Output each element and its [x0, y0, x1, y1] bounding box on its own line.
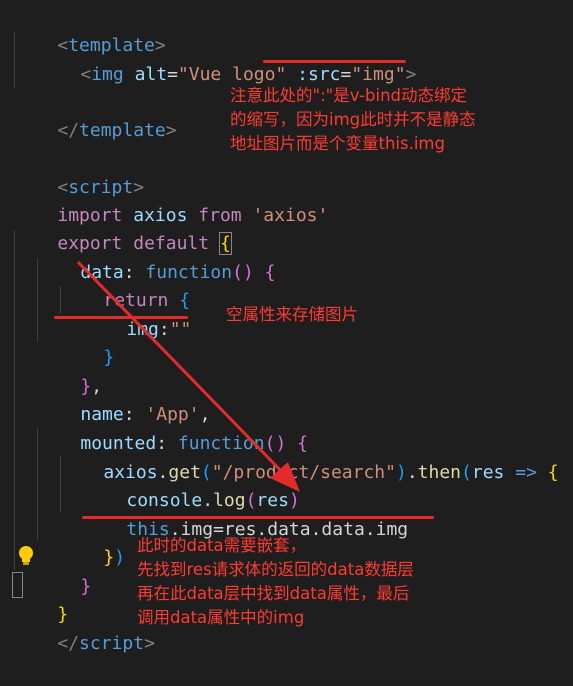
code-line[interactable]: console.log(res) [83, 459, 299, 511]
code-token: ( [461, 462, 472, 483]
code-token: => [515, 462, 537, 483]
code-line[interactable]: <script> [14, 146, 144, 198]
annotation-note: 注意此处的":"是v-bind动态绑定 的缩写，因为img此时并不是静态 地址图… [230, 86, 476, 153]
code-token: { [547, 462, 559, 483]
code-token: alt [134, 64, 168, 85]
code-token: ) [114, 547, 126, 568]
code-line[interactable]: return { [60, 259, 190, 311]
annotation-underline [82, 516, 434, 519]
code-line[interactable]: data: function() { [37, 231, 275, 283]
annotation-note: 此时的data需要嵌套， 先找到res请求体的返回的data数据层 再在此dat… [137, 536, 414, 627]
code-token: : [158, 319, 170, 340]
code-line[interactable]: }, [37, 345, 102, 397]
code-token: > [165, 120, 177, 141]
code-token: . [406, 462, 418, 483]
code-token: } [80, 576, 92, 597]
code-token: } [103, 547, 115, 568]
code-token: ) [395, 462, 407, 483]
code-line[interactable]: export default { [14, 202, 232, 255]
code-token: 'axios' [252, 205, 329, 226]
code-token: template [79, 120, 166, 141]
bracket-match-box [12, 572, 23, 598]
code-editor[interactable]: <template> <img alt="Vue logo" :src="img… [0, 0, 573, 654]
code-token: = [340, 64, 352, 85]
code-line[interactable]: mounted: function() { [37, 402, 308, 454]
code-token: "" [169, 319, 192, 340]
code-line[interactable]: axios.get("/product/search").then(res =>… [60, 431, 558, 483]
annotation-note: 空属性来存储图片 [226, 305, 358, 324]
code-token: img [91, 64, 124, 85]
code-token: </ [57, 120, 80, 141]
code-line[interactable]: this.img=res.data.data.img [83, 488, 408, 540]
lightbulb-icon[interactable] [16, 545, 36, 567]
code-line[interactable]: } [60, 316, 114, 368]
annotation-underline [263, 60, 406, 63]
code-token: = [167, 64, 178, 85]
code-line[interactable]: name: 'App', [37, 373, 210, 425]
code-line[interactable]: }) [60, 516, 125, 568]
code-token: < [80, 64, 92, 85]
code-token: "Vue logo" [177, 64, 287, 85]
code-line[interactable]: <img alt="Vue logo" :src="img"> [37, 33, 416, 85]
annotation-underline [54, 316, 188, 319]
code-token: :src [297, 64, 341, 85]
code-token: () [232, 262, 254, 283]
code-token: > [405, 64, 417, 85]
code-line[interactable]: } [37, 545, 91, 597]
code-token: img [126, 319, 159, 340]
code-line[interactable]: import axios from 'axios' [14, 174, 328, 226]
code-token: then [417, 462, 462, 483]
code-token: } [103, 347, 115, 368]
code-line[interactable]: img:"" [83, 288, 191, 340]
code-token: res [471, 462, 505, 483]
code-token: "img" [351, 64, 406, 85]
code-line[interactable]: </script> [14, 602, 155, 654]
code-line[interactable]: </template> [14, 89, 176, 141]
code-line[interactable]: <template> [14, 4, 165, 56]
code-token: { [264, 262, 276, 283]
